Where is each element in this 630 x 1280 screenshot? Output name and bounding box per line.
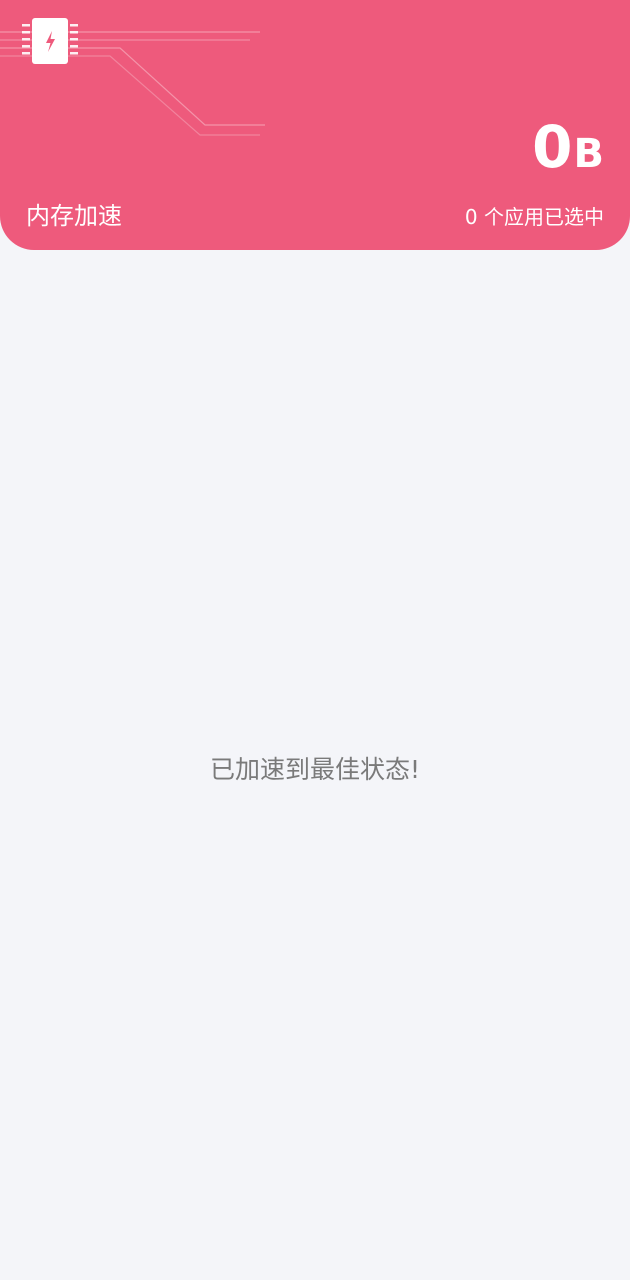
boost-complete-message: 已加速到最佳状态! xyxy=(209,755,421,784)
memory-size-unit: B xyxy=(573,131,605,177)
page-title: 内存加速 xyxy=(26,202,122,230)
selected-apps-count: 0 个应用已选中 xyxy=(464,205,604,229)
freed-memory-size: 0B xyxy=(532,118,604,176)
memory-boost-header: 0B 内存加速 0 个应用已选中 xyxy=(0,0,630,250)
memory-chip-bolt-icon xyxy=(22,18,78,64)
memory-size-value: 0 xyxy=(532,113,572,181)
